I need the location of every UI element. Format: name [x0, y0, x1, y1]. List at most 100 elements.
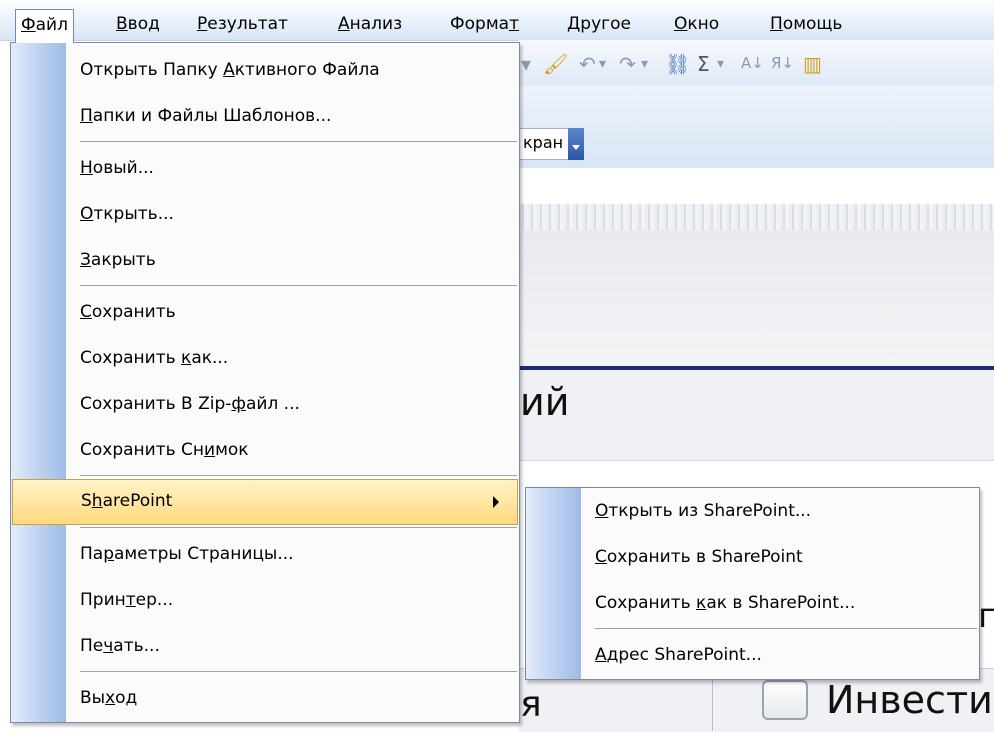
- label-post: од: [115, 688, 138, 708]
- label-u: h: [91, 491, 103, 511]
- label-u: ч: [103, 636, 114, 656]
- sharepoint-menu-item-0[interactable]: Открыть из SharePoint...: [526, 488, 979, 534]
- label-post: апки и Файлы Шаблонов...: [92, 106, 332, 126]
- file-menu-item-10[interactable]: Сохранить Снимок: [11, 427, 519, 473]
- chart-icon[interactable]: ▥: [803, 52, 822, 76]
- menu-5[interactable]: Другое: [562, 11, 636, 39]
- label-post: акрыть: [90, 250, 156, 270]
- file-menu-item-5[interactable]: Закрыть: [11, 237, 519, 283]
- panel-title-fragment: ий: [520, 380, 570, 424]
- file-menu-item-14[interactable]: Параметры Страницы...: [11, 531, 519, 577]
- ruler-strip: [519, 204, 994, 230]
- label-u: т: [125, 590, 136, 610]
- label-post: айл ...: [245, 394, 300, 414]
- brush-icon[interactable]: 🖌: [543, 52, 568, 76]
- label-post: нализ: [349, 14, 403, 34]
- panel-header: [519, 230, 994, 366]
- label-post: охранить: [91, 302, 176, 322]
- sharepoint-menu-item-2[interactable]: Сохранить как в SharePoint...: [526, 580, 979, 626]
- label-pre: Открыть Папку: [80, 60, 224, 80]
- label-u: к: [181, 348, 192, 368]
- label-post: вод: [127, 14, 160, 34]
- dropdown-arrow-icon[interactable]: ▾: [599, 56, 606, 72]
- label-pre: Вы: [80, 688, 106, 708]
- menu-2[interactable]: Результат: [192, 11, 293, 39]
- dropdown-arrow-icon[interactable]: ▾: [641, 56, 648, 72]
- standard-toolbar: ▾ 🖌 ↶ ▾ ↷ ▾ ⛓ Σ ▾ A↓ Я↓ ▥: [519, 40, 994, 86]
- label-post: аметры Страницы...: [114, 544, 294, 564]
- label-post: овый...: [92, 158, 154, 178]
- label-post: arePoint: [102, 491, 173, 511]
- label-post: ктивного Файла: [234, 60, 380, 80]
- label-u: ф: [231, 394, 246, 414]
- file-menu-item-18[interactable]: Выход: [11, 675, 519, 721]
- sort-desc-icon[interactable]: Я↓: [771, 54, 794, 72]
- file-menu-item-8[interactable]: Сохранить как...: [11, 335, 519, 381]
- label-u: и: [204, 440, 216, 460]
- submenu-arrow-icon: [493, 496, 499, 508]
- link-icon[interactable]: ⛓: [665, 52, 690, 76]
- label-u: т: [509, 14, 519, 34]
- label-pre: Сохранить В Zip-: [80, 394, 232, 414]
- dropdown-arrow-icon[interactable]: ▾: [717, 56, 724, 72]
- label-post: ер...: [135, 590, 174, 610]
- label-u: А: [223, 60, 235, 80]
- label-u: Ф: [21, 15, 36, 35]
- label-post: езультат: [207, 14, 288, 34]
- file-menu-item-3[interactable]: Новый...: [11, 145, 519, 191]
- label-post: ать...: [113, 636, 160, 656]
- undo-icon[interactable]: ↶: [579, 52, 596, 76]
- file-menu-item-15[interactable]: Принтер...: [11, 577, 519, 623]
- label-pre: Прин: [80, 590, 126, 610]
- label-pre: Па: [80, 544, 104, 564]
- label-u: О: [80, 204, 94, 224]
- menu-4[interactable]: Формат: [445, 11, 524, 39]
- menu-separator: [80, 141, 517, 142]
- formula-bar[interactable]: [519, 168, 994, 204]
- menu-3[interactable]: Анализ: [333, 11, 407, 39]
- menu-1[interactable]: Ввод: [111, 11, 165, 39]
- dropdown-arrow-icon[interactable]: ▾: [521, 52, 531, 76]
- label-u: Р: [197, 14, 208, 34]
- label-post: ткрыть...: [93, 204, 174, 224]
- invest-checkbox[interactable]: [762, 680, 808, 720]
- menu-separator: [80, 475, 517, 476]
- menu-6[interactable]: Окно: [669, 11, 724, 39]
- label-u: Н: [80, 158, 93, 178]
- sum-icon[interactable]: Σ: [697, 52, 710, 76]
- label-post: айл: [35, 15, 68, 35]
- label-u: В: [116, 14, 128, 34]
- file-menu-item-4[interactable]: Открыть...: [11, 191, 519, 237]
- sharepoint-menu-item-4[interactable]: Адрес SharePoint...: [526, 632, 979, 678]
- label-u: Д: [567, 14, 581, 34]
- label-post: ак в SharePoint...: [706, 593, 856, 613]
- label-post: ткрыть из SharePoint...: [608, 501, 812, 521]
- label-u: О: [595, 501, 609, 521]
- content-text-fragment: п: [978, 596, 994, 636]
- screen-button[interactable]: кран: [519, 128, 571, 160]
- file-menu-item-16[interactable]: Печать...: [11, 623, 519, 669]
- label-u: А: [595, 645, 607, 665]
- label-u: к: [696, 593, 707, 613]
- label-pre: Форма: [450, 14, 510, 34]
- label-pre: Сохранить: [80, 348, 182, 368]
- label-u: р: [103, 544, 114, 564]
- label-u: П: [80, 106, 93, 126]
- sharepoint-menu-item-1[interactable]: Сохранить в SharePoint: [526, 534, 979, 580]
- label-post: ругое: [580, 14, 631, 34]
- label-post: мок: [215, 440, 249, 460]
- menu-0[interactable]: Файл: [15, 9, 74, 43]
- menu-7[interactable]: Помощь: [765, 11, 847, 39]
- file-menu-item-9[interactable]: Сохранить В Zip-файл ...: [11, 381, 519, 427]
- sort-asc-icon[interactable]: A↓: [741, 54, 764, 72]
- menu-separator: [80, 285, 517, 286]
- redo-icon[interactable]: ↷: [619, 52, 636, 76]
- label-u: З: [80, 250, 91, 270]
- file-menu-item-12[interactable]: SharePoint: [12, 479, 518, 525]
- label-post: ак...: [191, 348, 229, 368]
- menu-separator: [595, 628, 977, 629]
- file-menu-item-1[interactable]: Папки и Файлы Шаблонов...: [11, 93, 519, 139]
- file-menu-item-7[interactable]: Сохранить: [11, 289, 519, 335]
- toolbar-options-icon[interactable]: [568, 128, 584, 160]
- file-menu-item-0[interactable]: Открыть Папку Активного Файла: [11, 47, 519, 93]
